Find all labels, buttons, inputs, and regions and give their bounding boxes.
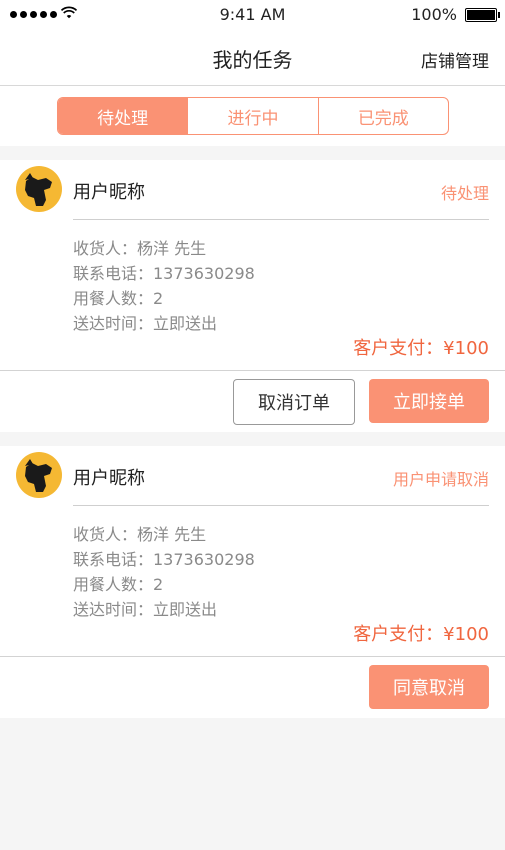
tab-completed[interactable]: 已完成 xyxy=(317,98,448,134)
tab-pending[interactable]: 待处理 xyxy=(58,98,188,134)
dog-avatar-icon xyxy=(16,452,62,498)
battery-percentage: 100% xyxy=(411,5,457,24)
phone-text: 联系电话：1373630298 xyxy=(73,264,255,283)
divider xyxy=(73,219,489,220)
cancel-order-button[interactable]: 取消订单 xyxy=(233,379,355,425)
order-info: 收货人：杨洋 先生 联系电话：1373630298 用餐人数：2 送达时间：立即… xyxy=(73,522,255,622)
status-badge: 待处理 xyxy=(440,184,489,203)
delivery-time-text: 送达时间：立即送出 xyxy=(73,600,218,619)
segmented-control: 待处理 进行中 已完成 xyxy=(57,97,449,135)
status-bar: 9:41 AM 100% xyxy=(0,0,505,30)
payment-amount: 客户支付：¥100 xyxy=(353,338,489,359)
username: 用户昵称 xyxy=(73,468,145,489)
accept-order-button[interactable]: 立即接单 xyxy=(369,379,489,423)
divider xyxy=(0,656,505,657)
battery-icon xyxy=(465,8,500,22)
diners-text: 用餐人数：2 xyxy=(73,289,164,308)
status-badge: 用户申请取消 xyxy=(392,470,489,489)
receiver-text: 收货人：杨洋 先生 xyxy=(73,525,207,544)
divider xyxy=(73,505,489,506)
tab-in-progress[interactable]: 进行中 xyxy=(187,98,317,134)
segment-bar: 待处理 进行中 已完成 xyxy=(0,86,505,146)
divider xyxy=(0,370,505,371)
order-card: 用户昵称 用户申请取消 收货人：杨洋 先生 联系电话：1373630298 用餐… xyxy=(0,446,505,718)
payment-amount: 客户支付：¥100 xyxy=(353,624,489,645)
username: 用户昵称 xyxy=(73,182,145,203)
order-card: 用户昵称 待处理 收货人：杨洋 先生 联系电话：1373630298 用餐人数：… xyxy=(0,160,505,432)
order-info: 收货人：杨洋 先生 联系电话：1373630298 用餐人数：2 送达时间：立即… xyxy=(73,236,255,336)
receiver-text: 收货人：杨洋 先生 xyxy=(73,239,207,258)
agree-cancel-button[interactable]: 同意取消 xyxy=(369,665,489,709)
dog-avatar-icon xyxy=(16,166,62,212)
delivery-time-text: 送达时间：立即送出 xyxy=(73,314,218,333)
nav-bar: 我的任务 店铺管理 xyxy=(0,30,505,86)
store-management-button[interactable]: 店铺管理 xyxy=(421,47,489,72)
diners-text: 用餐人数：2 xyxy=(73,575,164,594)
phone-text: 联系电话：1373630298 xyxy=(73,550,255,569)
